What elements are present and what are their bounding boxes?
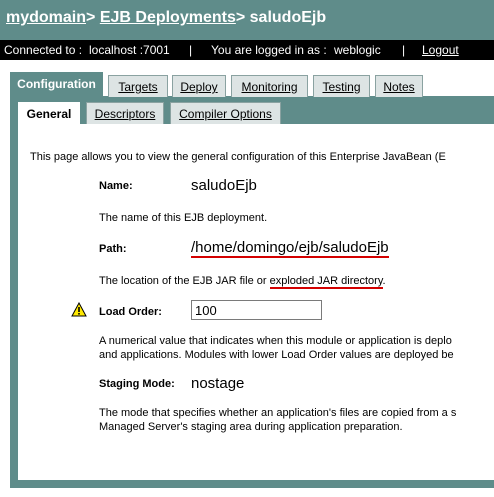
path-description: The location of the EJB JAR file or expl… bbox=[99, 274, 386, 289]
path-label: Path: bbox=[99, 243, 127, 255]
breadcrumb-domain-link[interactable]: mydomain bbox=[6, 9, 86, 26]
staging-mode-label: Staging Mode: bbox=[99, 378, 175, 390]
staging-mode-value: nostage bbox=[191, 375, 245, 392]
warning-icon bbox=[71, 302, 87, 317]
tab-notes[interactable]: Notes bbox=[375, 75, 423, 97]
status-bar: Connected to : localhost :7001 | You are… bbox=[0, 40, 494, 60]
subtab-descriptors[interactable]: Descriptors bbox=[86, 102, 164, 124]
intro-text: This page allows you to view the general… bbox=[30, 151, 446, 163]
breadcrumb-ejb-deployments-link[interactable]: EJB Deployments bbox=[100, 9, 236, 26]
load-order-description-line: and applications. Modules with lower Loa… bbox=[99, 349, 454, 361]
general-panel: This page allows you to view the general… bbox=[18, 124, 494, 480]
logged-in-user: weblogic bbox=[334, 43, 381, 57]
title-bar: mydomain> EJB Deployments> saludoEjb bbox=[0, 0, 494, 40]
tab-monitoring[interactable]: Monitoring bbox=[231, 75, 308, 97]
staging-mode-description: The mode that specifies whether an appli… bbox=[99, 406, 456, 434]
status-divider: | bbox=[189, 43, 193, 57]
path-value: /home/domingo/ejb/saludoEjb bbox=[191, 239, 389, 258]
path-description-suffix: . bbox=[382, 275, 386, 287]
name-value: saludoEjb bbox=[191, 177, 257, 194]
tab-targets[interactable]: Targets bbox=[108, 75, 168, 97]
tab-deploy[interactable]: Deploy bbox=[172, 75, 226, 97]
logged-in-label: You are logged in as : bbox=[211, 43, 327, 57]
load-order-input[interactable] bbox=[191, 300, 322, 320]
tab-testing[interactable]: Testing bbox=[313, 75, 370, 97]
name-description: The name of this EJB deployment. bbox=[99, 212, 268, 224]
path-description-prefix: The location of the EJB JAR file or bbox=[99, 275, 270, 287]
connected-host: localhost :7001 bbox=[89, 43, 170, 57]
breadcrumb-current: saludoEjb bbox=[249, 9, 327, 26]
subtab-general[interactable]: General bbox=[18, 102, 80, 125]
tab-configuration[interactable]: Configuration bbox=[10, 72, 103, 97]
subtab-compiler-options[interactable]: Compiler Options bbox=[170, 102, 281, 124]
status-divider: | bbox=[402, 43, 406, 57]
connected-label: Connected to : bbox=[4, 43, 83, 57]
breadcrumb-separator: > bbox=[86, 9, 96, 26]
breadcrumb: mydomain> EJB Deployments> saludoEjb bbox=[6, 9, 326, 27]
breadcrumb-separator: > bbox=[235, 9, 246, 26]
load-order-label: Load Order: bbox=[99, 306, 162, 318]
load-order-description-line: A numerical value that indicates when th… bbox=[99, 335, 452, 347]
exploded-jar-directory-link[interactable]: exploded JAR directory bbox=[269, 275, 383, 289]
load-order-description: A numerical value that indicates when th… bbox=[99, 334, 454, 362]
name-label: Name: bbox=[99, 180, 133, 192]
staging-mode-description-line: Managed Server's staging area during app… bbox=[99, 421, 403, 433]
logout-link[interactable]: Logout bbox=[422, 43, 459, 57]
staging-mode-description-line: The mode that specifies whether an appli… bbox=[99, 407, 457, 419]
